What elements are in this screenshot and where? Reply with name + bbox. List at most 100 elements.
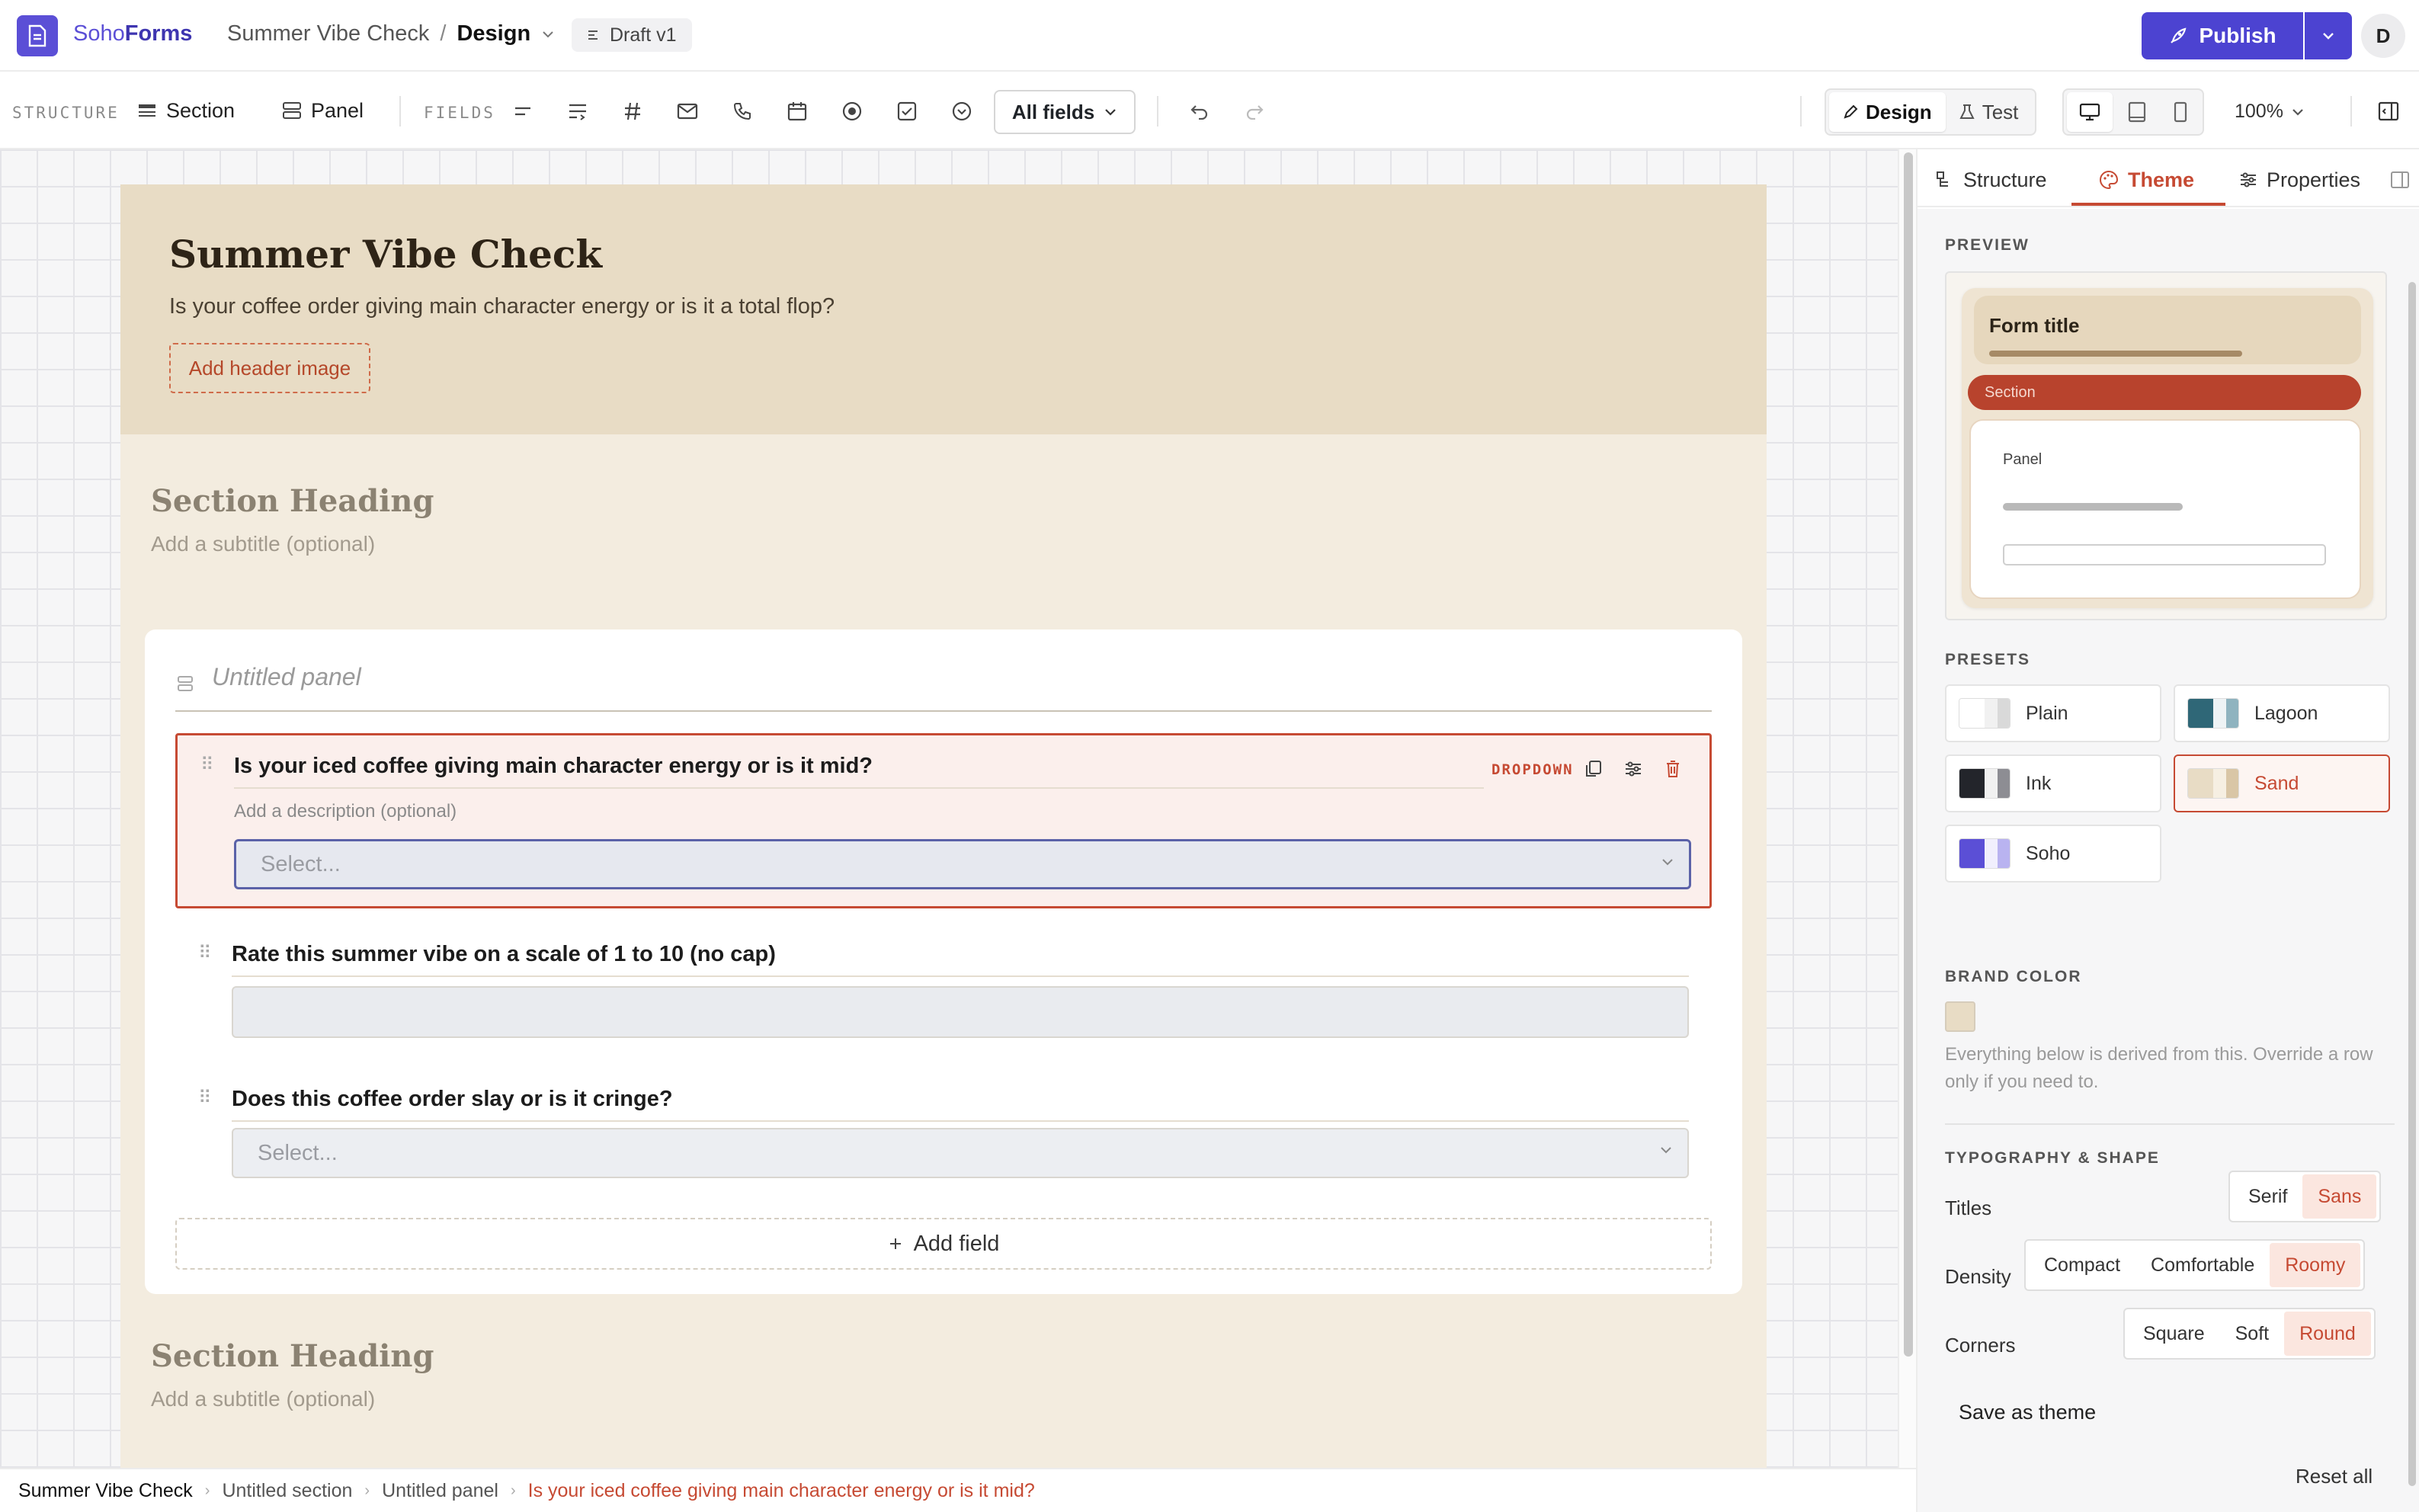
preview-section: Section — [1968, 375, 2361, 410]
panel-title-input[interactable]: Untitled panel — [212, 663, 361, 691]
checkbox-icon[interactable] — [893, 98, 921, 125]
tablet-icon[interactable] — [2116, 92, 2158, 132]
section-heading[interactable]: Section Heading — [151, 1338, 434, 1374]
drag-handle-icon[interactable]: ⠿ — [198, 1087, 213, 1109]
breadcrumb-item-current[interactable]: Is your iced coffee giving main characte… — [528, 1480, 1035, 1502]
form-name[interactable]: Summer Vibe Check — [227, 21, 429, 46]
density-comfortable-option[interactable]: Comfortable — [2135, 1243, 2270, 1287]
dropdown-icon[interactable] — [948, 98, 976, 125]
panel-btn-label: Panel — [311, 98, 364, 122]
field-label[interactable]: Does this coffee order slay or is it cri… — [232, 1087, 673, 1112]
label-underline — [232, 975, 1689, 977]
desktop-icon[interactable] — [2067, 92, 2113, 132]
canvas-scrollbar[interactable] — [1898, 149, 1916, 1468]
form-canvas[interactable]: Summer Vibe Check Is your coffee order g… — [0, 149, 1898, 1468]
section-btn-label: Section — [166, 98, 235, 122]
draft-badge[interactable]: Draft v1 — [572, 18, 692, 52]
corners-square-option[interactable]: Square — [2128, 1312, 2220, 1356]
zoom-selector[interactable]: 100% — [2235, 101, 2305, 123]
add-header-image-button[interactable]: Add header image — [169, 343, 370, 393]
delete-icon[interactable] — [1661, 757, 1685, 781]
corners-round-option[interactable]: Round — [2284, 1312, 2371, 1356]
field-card[interactable]: ⠿ Rate this summer vibe on a scale of 1 … — [175, 927, 1712, 1041]
preset-sand[interactable]: Sand — [2174, 754, 2390, 812]
radio-icon[interactable] — [838, 98, 866, 125]
preset-ink[interactable]: Ink — [1945, 754, 2161, 812]
reset-all-button[interactable]: Reset all — [2296, 1465, 2373, 1488]
section-heading[interactable]: Section Heading — [151, 483, 434, 519]
preview-line — [2003, 503, 2183, 511]
titles-serif-option[interactable]: Serif — [2233, 1174, 2302, 1219]
corners-soft-option[interactable]: Soft — [2220, 1312, 2284, 1356]
field-label[interactable]: Is your iced coffee giving main characte… — [234, 754, 873, 779]
brand-color-note: Everything below is derived from this. O… — [1945, 1044, 2373, 1092]
preset-lagoon[interactable]: Lagoon — [2174, 684, 2390, 742]
add-section-button[interactable]: Section — [137, 94, 235, 127]
chevron-down-icon[interactable] — [541, 30, 555, 39]
tab-label: Properties — [2267, 168, 2361, 191]
field-card[interactable]: ⠿ Does this coffee order slay or is it c… — [175, 1073, 1712, 1187]
settings-sliders-icon[interactable] — [1621, 757, 1645, 781]
density-label: Density — [1945, 1265, 2011, 1288]
drag-handle-icon[interactable]: ⠿ — [198, 942, 213, 964]
number-input[interactable] — [232, 986, 1689, 1038]
email-icon[interactable] — [674, 98, 701, 125]
brand-name[interactable]: SohoForms — [73, 21, 192, 46]
long-text-icon[interactable] — [564, 98, 591, 125]
number-icon[interactable] — [619, 98, 646, 125]
form-header[interactable]: Summer Vibe Check Is your coffee order g… — [120, 184, 1767, 434]
section-subtitle[interactable]: Add a subtitle (optional) — [151, 1387, 375, 1411]
app-logo-icon[interactable] — [17, 15, 58, 56]
form-description[interactable]: Is your coffee order giving main charact… — [169, 294, 835, 319]
breadcrumb-item[interactable]: Untitled panel — [382, 1480, 498, 1502]
brand-color-swatch[interactable] — [1945, 1001, 1975, 1032]
pencil-icon — [1844, 104, 1858, 119]
tab-properties[interactable]: Properties — [2239, 163, 2360, 197]
theme-settings[interactable]: PREVIEW Form title Section Panel PRESETS… — [1918, 209, 2419, 1512]
typography-label: TYPOGRAPHY & SHAPE — [1945, 1149, 2160, 1167]
collapse-panel-icon[interactable] — [2390, 163, 2410, 197]
publish-button[interactable]: Publish — [2142, 12, 2303, 59]
preview-title-text: Form title — [1989, 314, 2080, 337]
chevron-right-icon: › — [364, 1482, 370, 1499]
field-description-input[interactable]: Add a description (optional) — [234, 801, 457, 822]
preset-name: Ink — [2026, 772, 2052, 794]
divider — [399, 96, 401, 127]
tab-structure[interactable]: Structure — [1936, 163, 2047, 197]
field-card-selected[interactable]: ⠿ Is your iced coffee giving main charac… — [175, 733, 1712, 908]
add-field-button[interactable]: Add field — [175, 1218, 1712, 1270]
add-panel-button[interactable]: Panel — [282, 94, 364, 127]
preset-soho[interactable]: Soho — [1945, 825, 2161, 883]
density-roomy-option[interactable]: Roomy — [2270, 1243, 2361, 1287]
density-compact-option[interactable]: Compact — [2029, 1243, 2135, 1287]
scroll-thumb[interactable] — [1904, 152, 1913, 1357]
short-text-icon[interactable] — [509, 98, 537, 125]
tab-theme[interactable]: Theme — [2099, 163, 2194, 197]
undo-icon[interactable] — [1186, 98, 1213, 125]
save-as-theme-button[interactable]: Save as theme — [1959, 1401, 2096, 1424]
phone-icon[interactable] — [729, 98, 756, 125]
redo-icon[interactable] — [1241, 98, 1268, 125]
test-tab-label: Test — [1982, 100, 2019, 123]
titles-sans-option[interactable]: Sans — [2302, 1174, 2377, 1219]
breadcrumb-item[interactable]: Summer Vibe Check — [18, 1480, 193, 1502]
panel-scrollbar[interactable] — [2408, 282, 2416, 1486]
toggle-sidebar-icon[interactable] — [2375, 98, 2402, 125]
section-subtitle[interactable]: Add a subtitle (optional) — [151, 532, 375, 556]
drag-handle-icon[interactable]: ⠿ — [200, 754, 215, 776]
all-fields-dropdown[interactable]: All fields — [994, 90, 1136, 134]
mode-selector[interactable]: Design — [457, 21, 530, 46]
dropdown-select[interactable]: Select... — [232, 1128, 1689, 1178]
field-label[interactable]: Rate this summer vibe on a scale of 1 to… — [232, 942, 776, 967]
user-avatar[interactable]: D — [2361, 14, 2405, 58]
mobile-icon[interactable] — [2161, 92, 2200, 132]
preset-plain[interactable]: Plain — [1945, 684, 2161, 742]
form-title[interactable]: Summer Vibe Check — [169, 232, 602, 277]
tab-design[interactable]: Design — [1829, 92, 1946, 132]
publish-options-button[interactable] — [2305, 12, 2352, 59]
tab-test[interactable]: Test — [1946, 92, 2033, 132]
date-icon[interactable] — [783, 98, 811, 125]
dropdown-select[interactable]: Select... — [234, 839, 1691, 889]
duplicate-icon[interactable] — [1581, 757, 1606, 781]
breadcrumb-item[interactable]: Untitled section — [222, 1480, 352, 1502]
